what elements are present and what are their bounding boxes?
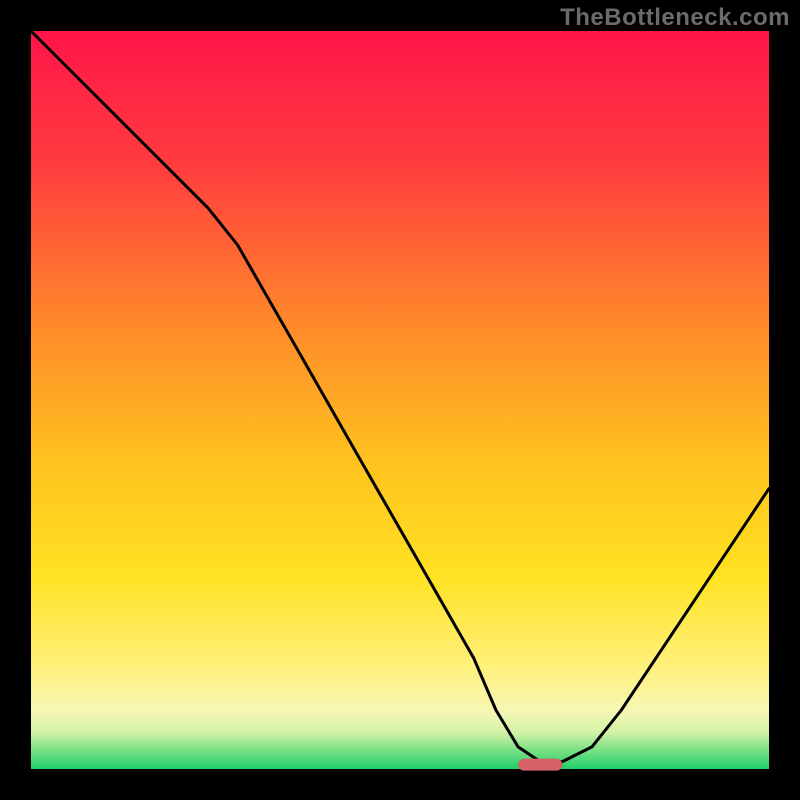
watermark-text: TheBottleneck.com [560,4,790,32]
optimal-range-marker [518,759,562,771]
bottleneck-chart [0,0,800,800]
chart-stage: TheBottleneck.com [0,0,800,800]
